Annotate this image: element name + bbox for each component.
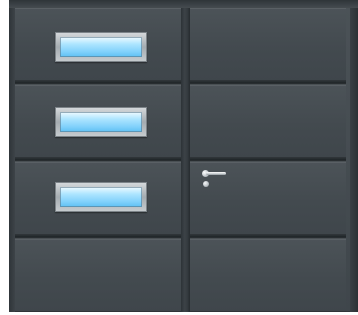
garage-door-photo [0,0,358,315]
lock-cylinder-icon [203,181,209,187]
right-panel-2 [190,85,346,159]
window-glass-2 [60,112,142,132]
door-handle[interactable] [199,168,229,190]
window-glass-1 [60,37,142,57]
window-glass-3 [60,187,142,207]
center-seam [181,8,190,312]
handle-lever[interactable] [206,172,226,175]
right-panel-1 [190,8,346,82]
window-3 [55,182,147,212]
window-2 [55,107,147,137]
top-rail [9,0,358,8]
window-1 [55,32,147,62]
left-panel-4 [15,239,181,312]
right-stile [350,8,358,312]
right-panel-4 [190,239,346,312]
right-door-leaf [190,8,346,312]
left-door-leaf [15,8,181,312]
